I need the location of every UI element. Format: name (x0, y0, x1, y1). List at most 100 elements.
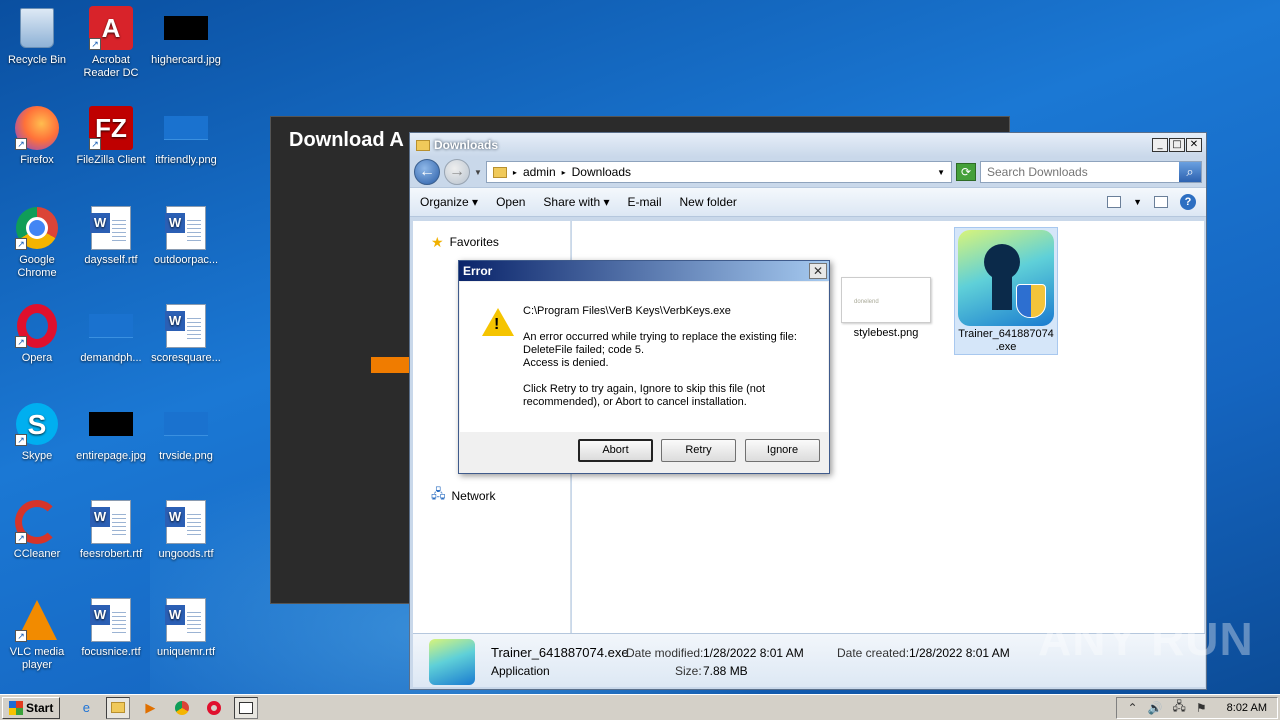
nav-network-label: Network (451, 489, 496, 503)
desktop-icon-recycle-bin[interactable]: Recycle Bin (0, 6, 74, 67)
change-view-icon[interactable] (1107, 196, 1122, 208)
back-button[interactable]: ← (414, 159, 440, 185)
opera-icon: ↗ (15, 304, 59, 348)
nav-network[interactable]: 🖧 Network (431, 486, 496, 505)
breadcrumb-separator-icon: ▸ (561, 167, 566, 177)
address-row: ← → ▼ ▸ admin ▸ Downloads ▼ ⟳ ⌕ (410, 157, 1206, 187)
taskbar-explorer-icon[interactable] (106, 696, 131, 719)
network-icon: 🖧 (431, 486, 446, 501)
address-dropdown-icon[interactable]: ▼ (937, 168, 945, 177)
desktop-icon-uniquemr[interactable]: uniquemr.rtf (149, 598, 223, 659)
volume-icon[interactable]: 🔊 (1148, 701, 1163, 715)
breadcrumb-admin[interactable]: admin (523, 165, 556, 179)
clock[interactable]: 8:02 AM (1227, 702, 1267, 714)
close-button[interactable]: ✕ (809, 263, 827, 279)
forward-button[interactable]: → (444, 159, 470, 185)
retry-button[interactable]: Retry (661, 439, 736, 462)
error-dialog[interactable]: Error ✕ ! C:\Program Files\VerB Keys\Ver… (458, 260, 830, 474)
error-message-line1: An error occurred while trying to replac… (523, 331, 797, 343)
desktop-icon-opera[interactable]: ↗ Opera (0, 304, 74, 365)
open-button[interactable]: Open (496, 195, 525, 209)
desktop-icon-chrome[interactable]: ↗ Google Chrome (0, 206, 74, 280)
desktop-icon-scoresquare[interactable]: scoresquare... (149, 304, 223, 365)
word-doc-icon (164, 304, 208, 348)
file-name-line2: .exe (995, 341, 1017, 353)
desktop-icon-ungoods[interactable]: ungoods.rtf (149, 500, 223, 561)
desktop-icon-label: VLC media player (9, 646, 65, 671)
desktop-icon-highercard[interactable]: highercard.jpg (149, 6, 223, 67)
minimize-button[interactable]: _ (1152, 138, 1168, 152)
word-doc-icon (164, 206, 208, 250)
error-dialog-titlebar[interactable]: Error ✕ (459, 261, 829, 281)
desktop-icon-label: Google Chrome (17, 254, 57, 279)
desktop-icon-outdoorpac[interactable]: outdoorpac... (149, 206, 223, 267)
close-button[interactable]: ✕ (1186, 138, 1202, 152)
desktop-icon-label: Firefox (20, 154, 54, 166)
network-tray-icon[interactable]: 🖧 (1172, 697, 1185, 718)
taskbar-ie-icon[interactable]: e (74, 697, 98, 719)
desktop-icon-focusnice[interactable]: focusnice.rtf (74, 598, 148, 659)
organize-label: Organize (420, 195, 469, 209)
details-type: Application (491, 664, 550, 678)
warning-exclamation-icon: ! (494, 316, 500, 333)
system-tray: ⌃ 🔊 🖧 ⚑ 8:02 AM (1116, 696, 1278, 719)
taskbar-chrome-icon[interactable] (170, 697, 194, 719)
desktop-icon-label: outdoorpac... (153, 254, 219, 266)
skype-icon: S ↗ (15, 402, 59, 446)
desktop-icon-entirepage[interactable]: entirepage.jpg (74, 402, 148, 463)
details-created-label: Date created: (837, 646, 910, 660)
installer-window-title: Download A (289, 129, 404, 151)
recent-pages-dropdown-icon[interactable]: ▼ (474, 168, 482, 177)
file-name-line1: Trainer_641887074 (958, 328, 1054, 340)
desktop-icon-vlc[interactable]: ↗ VLC media player (0, 598, 74, 672)
action-center-flag-icon[interactable]: ⚑ (1196, 701, 1207, 715)
address-bar[interactable]: ▸ admin ▸ Downloads ▼ (485, 161, 952, 183)
breadcrumb-downloads[interactable]: Downloads (572, 165, 631, 179)
desktop-icon-label: scoresquare... (151, 352, 221, 364)
nav-favorites[interactable]: ★ Favorites (431, 233, 570, 251)
taskbar-installer-icon[interactable] (234, 696, 259, 719)
explorer-titlebar[interactable]: Downloads _ □ ✕ (410, 133, 1206, 157)
organize-menu[interactable]: Organize ▾ (420, 195, 478, 209)
view-dropdown-icon[interactable]: ▼ (1133, 197, 1142, 207)
ignore-button[interactable]: Ignore (745, 439, 820, 462)
abort-button[interactable]: Abort (578, 439, 653, 462)
error-file-path: C:\Program Files\VerB Keys\VerbKeys.exe (523, 305, 731, 317)
share-with-menu[interactable]: Share with ▾ (543, 195, 609, 209)
desktop-icon-filezilla[interactable]: FZ ↗ FileZilla Client (74, 106, 148, 167)
details-size-label: Size: (675, 664, 702, 678)
desktop-icon-label: focusnice.rtf (81, 646, 141, 658)
refresh-button[interactable]: ⟳ (956, 163, 976, 181)
file-item-stylebest[interactable]: donelend stylebest.png (836, 277, 936, 340)
file-item-trainer-exe[interactable]: Trainer_641887074 .exe (954, 227, 1058, 355)
taskbar-opera-icon[interactable] (202, 697, 226, 719)
desktop-icon-daysself[interactable]: daysself.rtf (74, 206, 148, 267)
help-icon[interactable]: ? (1180, 194, 1196, 210)
desktop-icon-label: Recycle Bin (7, 54, 67, 66)
image-thumbnail: donelend (841, 277, 931, 323)
uac-shield-icon (1016, 284, 1046, 318)
desktop-icon-label: Skype (21, 450, 53, 462)
search-box[interactable]: ⌕ (980, 161, 1202, 183)
preview-pane-icon[interactable] (1154, 196, 1168, 208)
email-button[interactable]: E-mail (627, 195, 661, 209)
desktop-icon-demandph[interactable]: demandph... (74, 304, 148, 365)
desktop-icon-acrobat[interactable]: A ↗ Acrobat Reader DC (74, 6, 148, 80)
desktop-icon-ccleaner[interactable]: ↗ CCleaner (0, 500, 74, 561)
error-message-line5: recommended), or Abort to cancel install… (523, 396, 747, 408)
desktop-icon-feesrobert[interactable]: feesrobert.rtf (74, 500, 148, 561)
taskbar-media-player-icon[interactable]: ▶ (138, 697, 162, 719)
search-input[interactable] (987, 165, 1179, 179)
desktop-icon-itfriendly[interactable]: itfriendly.png (149, 106, 223, 167)
new-folder-button[interactable]: New folder (680, 195, 737, 209)
desktop-icon-firefox[interactable]: ↗ Firefox (0, 106, 74, 167)
show-hidden-icons-icon[interactable]: ⌃ (1127, 701, 1137, 715)
start-button[interactable]: Start (2, 696, 61, 719)
image-file-icon (89, 304, 133, 348)
acrobat-icon: A ↗ (89, 6, 133, 50)
desktop-icon-skype[interactable]: S ↗ Skype (0, 402, 74, 463)
error-dialog-title: Error (463, 264, 493, 278)
maximize-button[interactable]: □ (1169, 138, 1185, 152)
desktop-icon-trvside[interactable]: trvside.png (149, 402, 223, 463)
search-icon[interactable]: ⌕ (1179, 162, 1201, 182)
